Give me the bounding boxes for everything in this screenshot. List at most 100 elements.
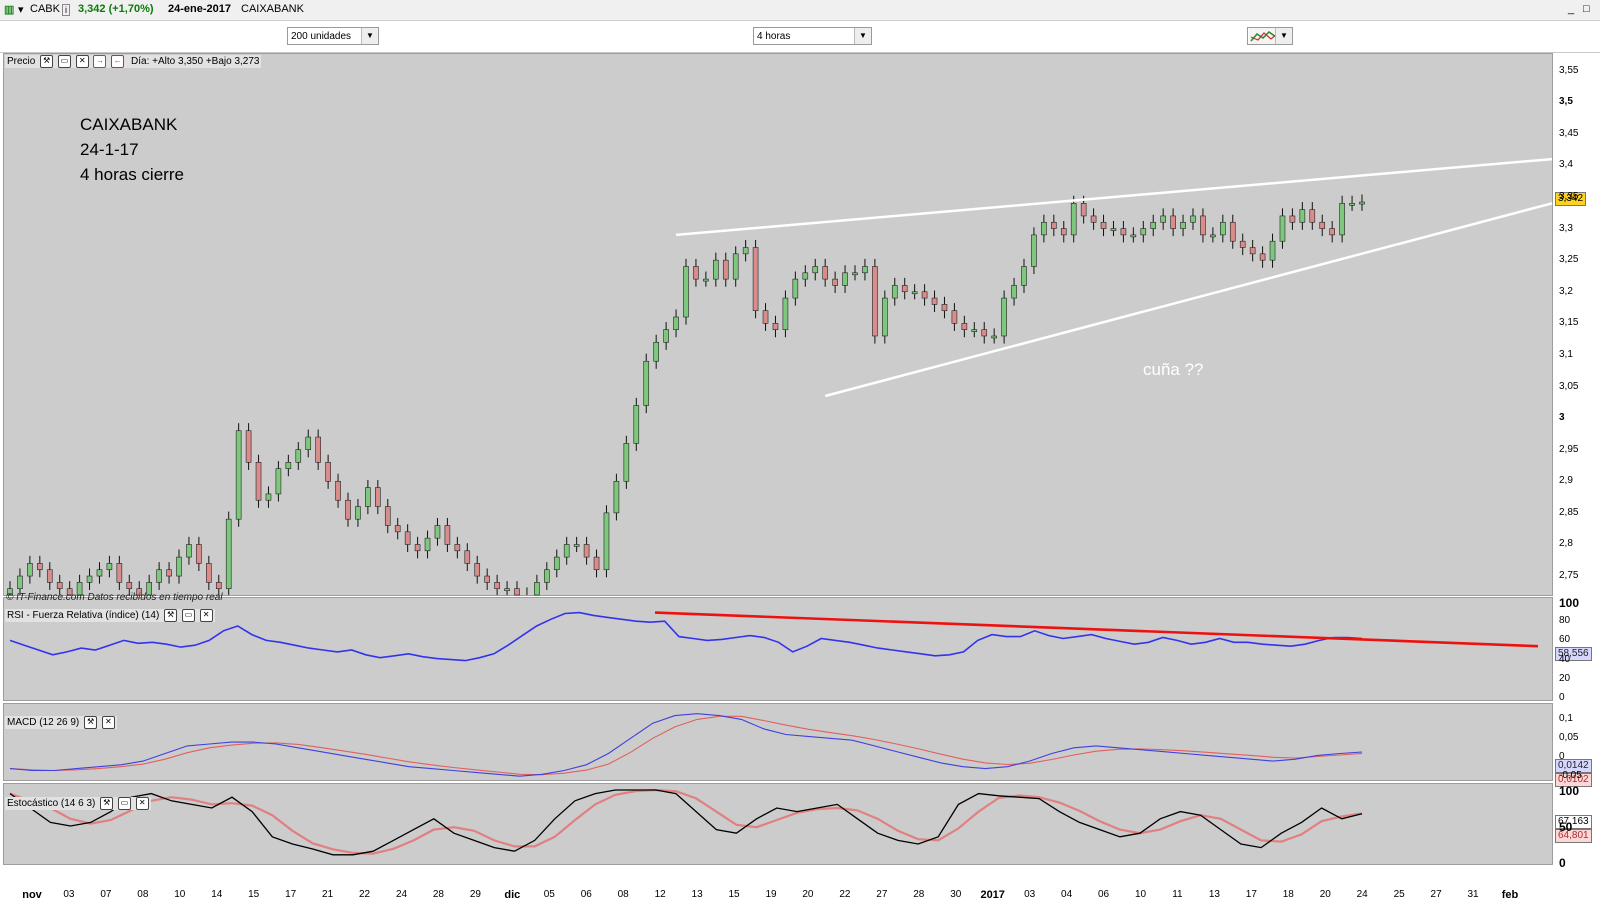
x-axis-date-label: 10 [1134, 889, 1147, 900]
export-icon[interactable]: ← [111, 55, 125, 68]
x-axis-date-label: 15 [248, 889, 260, 900]
candle-body [384, 506, 391, 526]
candle-body [96, 569, 103, 577]
candle-body [732, 253, 739, 280]
candle-body [812, 266, 819, 274]
candle-body [255, 462, 262, 501]
candle-body [375, 487, 381, 507]
candle-body [1249, 247, 1256, 255]
candle-body [1150, 221, 1157, 229]
candle-body [206, 563, 212, 583]
candle-body [106, 563, 113, 571]
candle-body [265, 493, 272, 501]
upper-wedge-trendline [675, 157, 1553, 237]
candle-body [1180, 221, 1186, 229]
x-axis-date-label: 18 [1282, 889, 1294, 900]
x-axis-date-label: 22 [358, 889, 371, 900]
candle-body [882, 297, 888, 337]
wrench-icon[interactable]: ⚒ [40, 55, 54, 68]
candle-body [782, 297, 789, 330]
candle-body [1110, 228, 1117, 231]
close-icon[interactable]: ✕ [199, 609, 213, 622]
candle-body [1349, 203, 1355, 206]
candle-body [1140, 228, 1147, 236]
x-axis-date-label: 28 [913, 889, 925, 900]
x-axis-date-label: 25 [1393, 889, 1405, 900]
candle-body [792, 278, 799, 299]
wrench-icon[interactable]: ⚒ [84, 716, 98, 729]
candle-body [1120, 228, 1127, 236]
macd-axis-tick: 0,05 [1559, 732, 1579, 744]
x-axis-date-label: 17 [285, 889, 297, 900]
x-axis-date-label: 15 [728, 889, 740, 900]
stoch-panel-label: Estocástico (14 6 3) [7, 798, 96, 810]
price-axis-tick: 3 [1559, 412, 1565, 424]
candle-body [1279, 215, 1286, 242]
candle-body [414, 544, 421, 552]
x-axis-date-label: 06 [1097, 889, 1110, 900]
x-axis-date-label: 28 [432, 889, 444, 900]
window-icon[interactable]: ▭ [181, 609, 195, 622]
stoch-axis-tick: 50 [1559, 820, 1573, 834]
candle-body [901, 285, 908, 293]
wrench-icon[interactable]: ⚒ [164, 609, 178, 622]
window-icon[interactable]: ▭ [117, 797, 131, 810]
window-icon[interactable]: ▭ [57, 55, 71, 68]
rsi-axis-tick: 40 [1559, 653, 1571, 665]
candle-body [166, 569, 172, 577]
x-axis-date-label: 21 [322, 889, 334, 900]
rsi-axis-tick: 100 [1559, 596, 1580, 610]
x-axis-date-label: 20 [1319, 889, 1331, 900]
close-icon[interactable]: ✕ [135, 797, 149, 810]
x-axis-date-label: 30 [950, 889, 962, 900]
candle-body [762, 310, 769, 324]
candle-body [37, 563, 43, 571]
candle-body [553, 556, 560, 571]
candle-body [1239, 240, 1246, 248]
candle-body [1051, 221, 1057, 229]
stoch-axis-tick: 100 [1559, 784, 1580, 798]
macd-axis-tick: 0,1 [1559, 713, 1573, 725]
x-axis-date-label: 13 [691, 889, 703, 900]
candle-body [623, 443, 630, 482]
close-icon[interactable]: ✕ [75, 55, 89, 68]
candle-body [17, 575, 23, 589]
candle-body [156, 569, 162, 583]
wrench-icon[interactable]: ⚒ [100, 797, 114, 810]
candle-body [454, 544, 461, 552]
candle-body [424, 537, 431, 552]
close-icon[interactable]: ✕ [101, 716, 115, 729]
candle-body [504, 588, 510, 591]
candle-body [822, 266, 828, 280]
candle-body [285, 462, 292, 469]
price-axis-tick: 3,45 [1559, 127, 1579, 139]
rsi-trendline [654, 611, 1539, 648]
candle-body [1170, 215, 1176, 229]
signal-line [9, 715, 1363, 776]
candle-body [842, 272, 848, 286]
x-axis-date-label: 14 [211, 889, 223, 900]
x-axis-date-label: dic [504, 889, 521, 901]
rsi-axis-tick: 80 [1559, 615, 1571, 627]
candle-body [27, 563, 33, 577]
candle-body [215, 582, 222, 589]
x-axis-date-label: 19 [765, 889, 777, 900]
rsi-axis-tick: 60 [1559, 634, 1571, 646]
candle-body [1130, 234, 1137, 238]
candle-body [186, 544, 192, 558]
import-icon[interactable]: → [93, 55, 107, 68]
candle-body [315, 436, 321, 463]
candle-body [1359, 201, 1365, 205]
chart-canvas[interactable] [0, 0, 1600, 905]
candle-body [56, 582, 63, 589]
candle-body [1210, 234, 1216, 238]
candle-body [86, 575, 93, 583]
candle-body [434, 525, 441, 539]
x-axis-date-label: 17 [1245, 889, 1257, 900]
candle-body [176, 556, 182, 577]
candle-body [275, 468, 282, 495]
candle-body [673, 316, 679, 330]
candle-body [703, 278, 709, 282]
candle-body [245, 430, 252, 463]
candle-body [235, 430, 242, 520]
